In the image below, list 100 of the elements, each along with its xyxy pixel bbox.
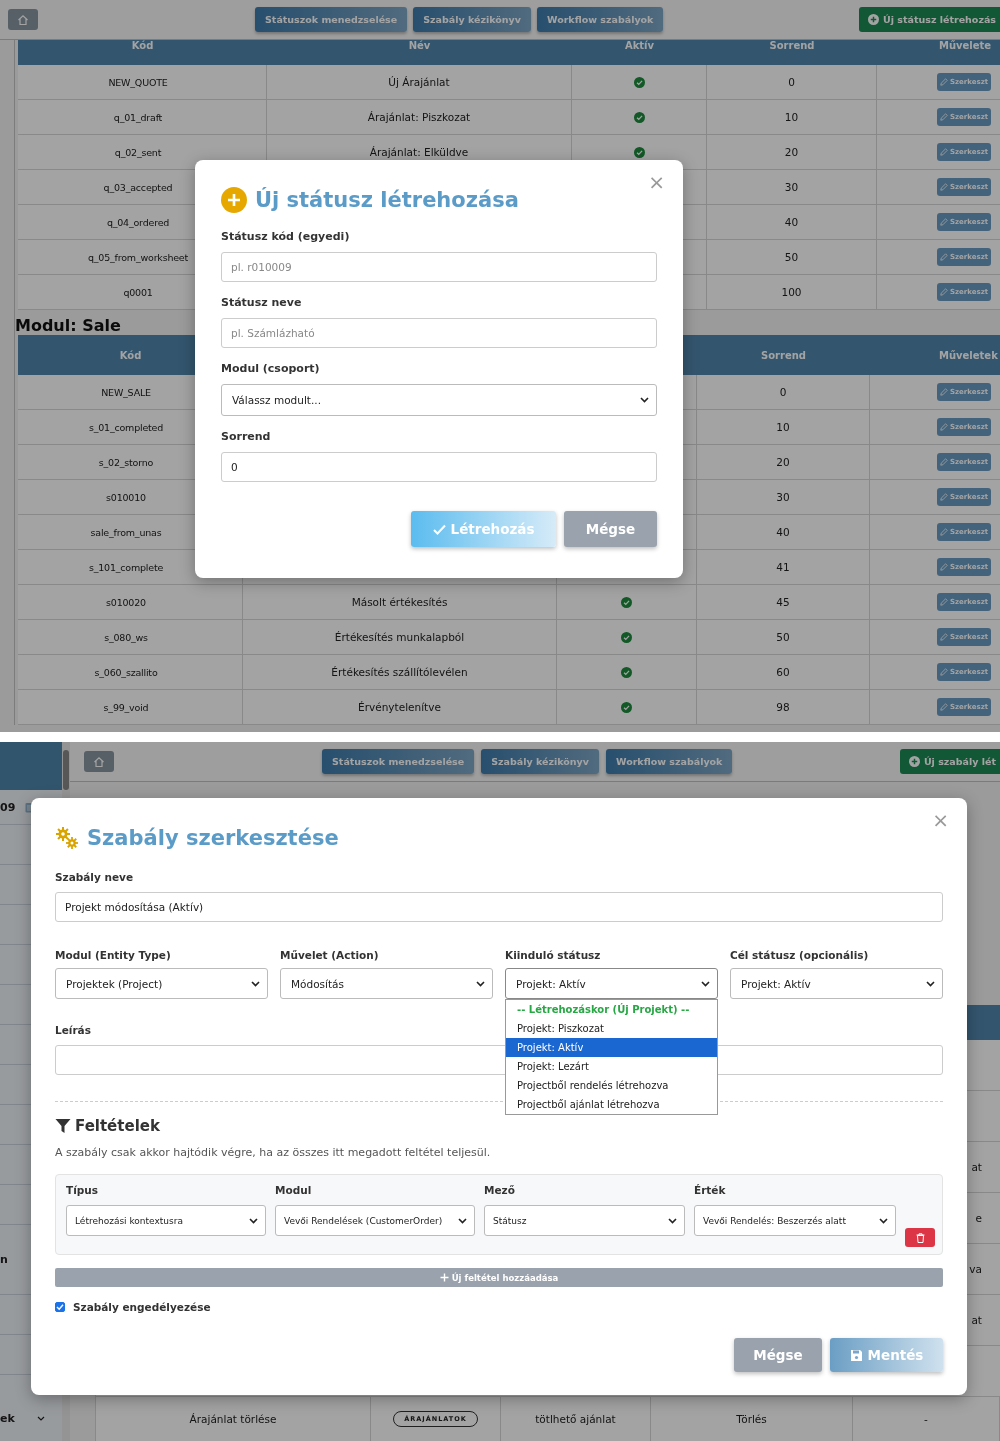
- field-label: Státusz kód (egyedi): [221, 230, 350, 244]
- chevron-down-icon: [249, 1217, 258, 1224]
- dropdown-option[interactable]: Projectből ajánlat létrehozva: [506, 1095, 717, 1114]
- scrollbar-thumb[interactable]: [63, 750, 69, 790]
- checkbox[interactable]: [55, 1302, 65, 1312]
- table-cell: Értékesítés szállítólevélen: [331, 666, 468, 678]
- nav-button[interactable]: Státuszok menedzselése: [255, 7, 408, 32]
- chevron-down-icon: [701, 980, 710, 987]
- gears-icon: [55, 826, 79, 850]
- table-cell: Érvénytelenítve: [358, 701, 441, 713]
- dialog-button[interactable]: Mégse: [734, 1338, 822, 1372]
- select-field[interactable]: Projekt: Aktív: [730, 968, 943, 999]
- pencil-icon: [940, 288, 948, 296]
- dropdown-option[interactable]: Projekt: Aktív: [506, 1038, 717, 1057]
- pencil-icon: [940, 668, 948, 676]
- table-cell: 40: [776, 526, 790, 538]
- field-label: Kiinduló státusz: [505, 948, 601, 962]
- input-field[interactable]: Projekt módosítása (Aktív): [55, 892, 943, 922]
- table-cell: s_01_completed: [88, 421, 164, 433]
- field-label: Sorrend: [221, 430, 271, 444]
- home-button[interactable]: [8, 9, 38, 30]
- pencil-icon: [940, 598, 948, 606]
- nav-button[interactable]: Workflow szabályok: [537, 7, 664, 32]
- field-label: Leírás: [55, 1023, 91, 1037]
- dropdown-option[interactable]: Projekt: Lezárt: [506, 1057, 717, 1076]
- table-cell: 10: [784, 111, 799, 123]
- nav-button[interactable]: Workflow szabályok: [606, 749, 733, 774]
- pencil-icon: [940, 218, 948, 226]
- dropdown-option[interactable]: -- Létrehozáskor (Új Projekt) --: [506, 1000, 717, 1019]
- select-field[interactable]: Státusz: [484, 1205, 685, 1236]
- close-button[interactable]: ×: [932, 810, 949, 830]
- table-cell: Törlés: [736, 1413, 767, 1425]
- select-field[interactable]: Vevői Rendelés: Beszerzés alatt: [694, 1205, 896, 1236]
- table-cell: s_080_ws: [104, 631, 148, 643]
- nav-button[interactable]: Státuszok menedzselése: [322, 749, 475, 774]
- field-label: Szabály neve: [55, 870, 134, 884]
- chevron-down-icon: [879, 1217, 888, 1224]
- pencil-icon: [940, 633, 948, 641]
- new-status-button[interactable]: Új státusz létrehozás: [859, 7, 1000, 32]
- field-label: Modul (csoport): [221, 362, 320, 376]
- table-cell: 40: [784, 216, 799, 228]
- plus-circle-icon: [908, 756, 920, 767]
- table-cell: q_02_sent: [114, 146, 162, 158]
- field-label: Művelet (Action): [280, 948, 379, 962]
- table-cell: s_060_szallito: [94, 666, 158, 678]
- dropdown-option[interactable]: Projectből rendelés létrehozva: [506, 1076, 717, 1095]
- input-field[interactable]: pl. r010009: [221, 252, 657, 282]
- chevron-down-icon: [640, 397, 649, 403]
- chevron-down-icon: [251, 980, 260, 987]
- table-cell: Árajánlat: Piszkozat: [367, 111, 471, 123]
- table-cell: q_04_ordered: [106, 216, 170, 228]
- dialog-button[interactable]: Mégse: [564, 511, 657, 547]
- dialog-button[interactable]: Mentés: [830, 1338, 943, 1372]
- chevron-down-icon: [668, 1217, 677, 1224]
- table-cell: q_03_accepted: [103, 181, 173, 193]
- table-cell: 30: [776, 491, 790, 503]
- select-field[interactable]: Válassz modult...: [221, 384, 657, 416]
- table-cell: s_101_complete: [88, 561, 164, 573]
- select-field[interactable]: Vevői Rendelések (CustomerOrder): [275, 1205, 475, 1236]
- input-field[interactable]: pl. Számlázható: [221, 318, 657, 348]
- chevron-down-icon: [36, 1415, 45, 1421]
- sidebar-text: n: [0, 1253, 8, 1266]
- table-cell: 0: [779, 386, 787, 398]
- select-field[interactable]: Módosítás: [280, 968, 493, 999]
- add-condition-button[interactable]: Új feltétel hozzáadása: [55, 1268, 943, 1287]
- table-cell: NEW_SALE: [101, 386, 151, 398]
- save-icon: [849, 1348, 863, 1362]
- modal-title: Szabály szerkesztése: [87, 826, 339, 850]
- nav-button[interactable]: Szabály kézikönyv: [481, 749, 599, 774]
- pencil-icon: [940, 528, 948, 536]
- table-cell: va: [969, 1263, 982, 1275]
- column-header: Név: [408, 40, 431, 51]
- pencil-icon: [940, 423, 948, 431]
- select-field[interactable]: Létrehozási kontextusra: [66, 1205, 266, 1236]
- sidebar-item[interactable]: ek: [0, 1411, 15, 1425]
- home-button[interactable]: [84, 751, 114, 772]
- table-cell: Értékesítés munkalapból: [334, 631, 465, 643]
- table-cell: q_01_draft: [113, 111, 163, 123]
- nav-button[interactable]: Szabály kézikönyv: [413, 7, 531, 32]
- check-icon: [432, 523, 446, 535]
- close-button[interactable]: ×: [648, 172, 665, 192]
- select-field[interactable]: Projekt: Aktív: [505, 968, 718, 999]
- table-cell: s_99_void: [103, 701, 149, 713]
- field-label: Modul: [275, 1183, 312, 1197]
- filter-icon: [55, 1118, 71, 1134]
- pencil-icon: [940, 183, 948, 191]
- new-rule-button[interactable]: Új szabály lét: [899, 749, 1000, 774]
- table-cell: 20: [784, 146, 799, 158]
- field-label: Típus: [66, 1183, 98, 1197]
- input-field[interactable]: 0: [221, 452, 657, 482]
- pencil-icon: [940, 563, 948, 571]
- table-cell: q0001: [123, 286, 153, 298]
- dialog-button[interactable]: Létrehozás: [411, 511, 556, 547]
- dropdown-option[interactable]: Projekt: Piszkozat: [506, 1019, 717, 1038]
- pencil-icon: [940, 148, 948, 156]
- select-field[interactable]: Projektek (Project): [55, 968, 268, 999]
- table-cell: Árajánlat: Elküldve: [369, 146, 469, 158]
- delete-button[interactable]: [905, 1228, 935, 1247]
- field-label: Mező: [484, 1183, 515, 1197]
- table-cell: 0: [788, 76, 795, 88]
